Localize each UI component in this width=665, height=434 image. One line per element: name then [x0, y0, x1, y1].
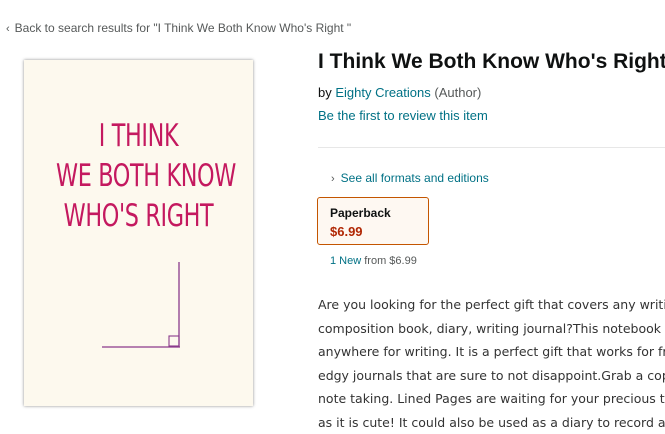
chevron-right-icon: ›	[331, 173, 335, 185]
see-all-formats-label: See all formats and editions	[341, 171, 489, 185]
offers-from-price: from $6.99	[364, 255, 417, 267]
description-line-2: composition book, diary, writing journal…	[318, 317, 665, 341]
author-role: (Author)	[434, 85, 481, 100]
description-line-6: as it is cute! It could also be used as …	[318, 411, 665, 434]
by-prefix: by	[318, 85, 332, 100]
offers-summary: 1 New from $6.99	[330, 255, 417, 267]
first-review-link[interactable]: Be the first to review this item	[318, 108, 488, 123]
section-divider	[318, 147, 665, 148]
chevron-left-icon: ‹	[6, 23, 10, 35]
author-link[interactable]: Eighty Creations	[335, 85, 430, 100]
format-price: $6.99	[330, 224, 363, 239]
format-option-paperback[interactable]: Paperback $6.99	[317, 197, 429, 245]
book-cover-image[interactable]: I THINK WE BOTH KNOW WHO'S RIGHT	[24, 60, 253, 406]
product-description: Are you looking for the perfect gift tha…	[318, 293, 665, 434]
description-line-3: anywhere for writing. It is a perfect gi…	[318, 340, 665, 364]
back-to-results-link[interactable]: ‹ Back to search results for "I Think We …	[6, 21, 351, 35]
product-title: I Think We Both Know Who's Right	[318, 50, 665, 74]
cover-corner-mark-icon	[24, 60, 253, 406]
format-name: Paperback	[330, 206, 391, 220]
back-to-results-label: Back to search results for "I Think We B…	[15, 21, 352, 35]
description-line-1: Are you looking for the perfect gift tha…	[318, 293, 665, 317]
description-line-5: note taking. Lined Pages are waiting for…	[318, 387, 665, 411]
description-line-4: edgy journals that are sure to not disap…	[318, 364, 665, 388]
see-all-formats-link[interactable]: › See all formats and editions	[331, 171, 489, 185]
byline: by Eighty Creations (Author)	[318, 85, 481, 100]
new-offers-link[interactable]: 1 New	[330, 255, 361, 267]
